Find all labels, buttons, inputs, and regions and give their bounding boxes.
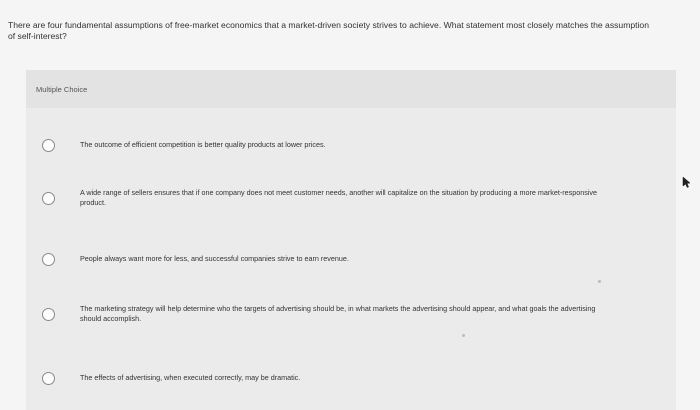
- choice-text: The marketing strategy will help determi…: [80, 304, 596, 323]
- radio-button[interactable]: [42, 252, 55, 266]
- choice-option-3[interactable]: People always want more for less, and su…: [26, 247, 676, 271]
- choice-text: A wide range of sellers ensures that if …: [80, 188, 597, 207]
- screen-speck: [598, 280, 601, 283]
- choice-option-5[interactable]: The effects of advertising, when execute…: [26, 366, 676, 390]
- mouse-pointer-icon: [682, 176, 691, 188]
- question-type-label: Multiple Choice: [36, 84, 88, 94]
- choice-text: The outcome of efficient competition is …: [80, 140, 326, 149]
- choice-text: People always want more for less, and su…: [80, 254, 349, 263]
- answer-panel: Multiple Choice The outcome of efficient…: [26, 70, 676, 410]
- question-type-header: Multiple Choice: [26, 70, 676, 108]
- radio-button[interactable]: [42, 307, 55, 321]
- radio-button[interactable]: [42, 138, 55, 152]
- choice-option-1[interactable]: The outcome of efficient competition is …: [26, 133, 676, 157]
- choice-text: The effects of advertising, when execute…: [80, 373, 301, 382]
- choice-option-2[interactable]: A wide range of sellers ensures that if …: [26, 183, 676, 213]
- question-prompt: There are four fundamental assumptions o…: [8, 20, 658, 42]
- choice-option-4[interactable]: The marketing strategy will help determi…: [26, 299, 676, 329]
- question-text: There are four fundamental assumptions o…: [8, 20, 649, 41]
- screen-speck: [462, 334, 465, 337]
- radio-button[interactable]: [42, 371, 55, 385]
- radio-button[interactable]: [42, 191, 55, 205]
